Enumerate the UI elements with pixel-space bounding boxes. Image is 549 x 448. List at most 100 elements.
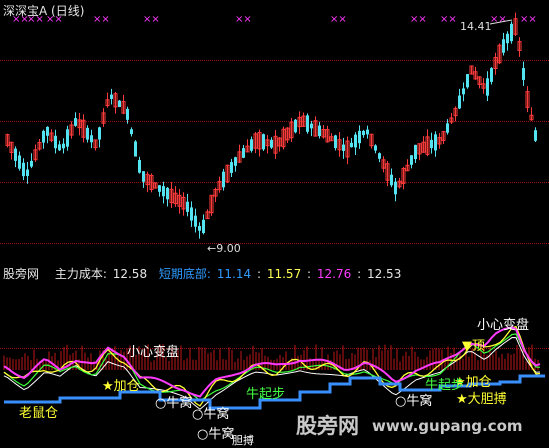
candle-body: [394, 181, 397, 195]
signal-marker-icon: ××: [410, 14, 427, 25]
candle-body: [334, 135, 337, 149]
signal-cattle-nest-1: ○牛窝: [155, 396, 193, 411]
candle-body: [366, 129, 369, 135]
signal-add-text: 加仓: [113, 379, 140, 394]
candle-body: [234, 157, 237, 166]
candle-body: [354, 134, 357, 148]
candle-body: [534, 130, 537, 141]
signal-top: ▼顶: [462, 339, 486, 354]
candle-body: [502, 39, 505, 53]
candle-body: [434, 134, 437, 151]
candle-body: [410, 155, 413, 165]
signal-marker-icon: ××: [46, 14, 63, 25]
candle-body: [462, 88, 465, 95]
candle-body: [486, 78, 489, 96]
candle-body: [86, 127, 89, 140]
candle-body: [90, 135, 93, 143]
signal-bold-buy-text: 大胆搏: [467, 392, 507, 407]
candle-body: [194, 215, 197, 227]
candle-body: [198, 226, 201, 231]
candle-body: [466, 74, 469, 88]
signal-careful-change-1: 小心变盘: [127, 345, 180, 360]
candle-body: [110, 94, 113, 99]
candle-body: [30, 160, 33, 167]
signal-old-mouse: 老鼠仓: [19, 406, 59, 421]
candle-body: [350, 142, 353, 148]
candle-body: [186, 201, 189, 212]
candle-body: [414, 144, 417, 160]
cattle-nest-text: 牛窝: [406, 394, 433, 409]
high-price-annotation: 14.41: [460, 20, 492, 33]
candle-body: [522, 68, 525, 80]
candle-body: [118, 100, 121, 108]
candle-body: [318, 125, 321, 137]
candle-body: [430, 139, 433, 149]
signal-cattle-nest-2: ○牛窝: [192, 407, 230, 422]
candle-body: [162, 186, 165, 197]
signal-takeoff-2: 牛起步: [425, 378, 465, 393]
candle-body: [18, 155, 21, 169]
candle-body: [134, 141, 137, 157]
candle-body: [62, 143, 65, 149]
signal-marker-icon: ××: [330, 14, 347, 25]
candle-body: [362, 130, 365, 136]
candle-body: [490, 68, 493, 82]
candle-body: [42, 130, 45, 143]
high-price-value: 14.41: [460, 20, 492, 33]
candle-body: [66, 129, 69, 147]
candle-body: [22, 162, 25, 177]
candle-body: [54, 135, 57, 149]
candle-body: [58, 144, 61, 151]
signal-add-1: ★加仓: [102, 379, 140, 394]
candle-body: [130, 129, 133, 135]
signal-careful-change-2: 小心变盘: [477, 318, 530, 333]
watermark-logo: 股旁网: [296, 414, 359, 438]
candle-body: [294, 119, 297, 133]
signal-marker-icon: ××: [143, 14, 160, 25]
watermark-url: www.gupang.com: [372, 417, 523, 435]
candle-body: [158, 185, 161, 192]
candle-body: [166, 187, 169, 200]
candle-body: [458, 95, 461, 109]
candle-body: [46, 126, 49, 136]
candle-body: [506, 33, 509, 44]
signal-bold-buy-partial: 胆搏: [232, 434, 254, 447]
signal-marker-icon: ××: [440, 14, 457, 25]
candle-body: [342, 144, 345, 151]
candle-body: [142, 171, 145, 182]
candle-body: [390, 174, 393, 186]
cattle-nest-text: 牛窝: [203, 407, 230, 422]
signal-top-text: 顶: [472, 339, 486, 354]
candle-body: [446, 123, 449, 133]
candle-body: [242, 148, 245, 158]
candle-body: [250, 139, 253, 151]
candle-body: [74, 118, 77, 126]
signal-marker-icon: ××: [27, 14, 44, 25]
candle-body: [126, 108, 129, 120]
candle-body: [262, 134, 265, 150]
low-price-annotation: ←9.00: [207, 242, 241, 255]
candle-body: [230, 162, 233, 173]
signal-marker-icon: ××: [93, 14, 110, 25]
candle-body: [270, 139, 273, 148]
signal-takeoff-1: 牛起步: [246, 387, 286, 402]
signal-cattle-nest-4: ○牛窝: [197, 427, 235, 442]
cattle-nest-text: 牛窝: [208, 427, 235, 442]
candle-body: [138, 159, 141, 173]
low-price-value: 9.00: [216, 242, 241, 255]
candle-body: [26, 169, 29, 176]
candle-body: [310, 123, 313, 129]
candle-body: [358, 130, 361, 144]
candle-body: [14, 148, 17, 161]
candle-body: [510, 23, 513, 42]
candle-body: [378, 153, 381, 159]
candle-body: [306, 115, 309, 132]
candle-body: [222, 171, 225, 188]
candle-body: [190, 207, 193, 221]
cattle-nest-text: 牛窝: [166, 396, 193, 411]
signal-marker-icon: ××: [235, 14, 252, 25]
candle-body: [374, 145, 377, 151]
candle-body: [202, 219, 205, 234]
signal-marker-icon: ××: [520, 14, 537, 25]
candle-body: [98, 127, 101, 140]
